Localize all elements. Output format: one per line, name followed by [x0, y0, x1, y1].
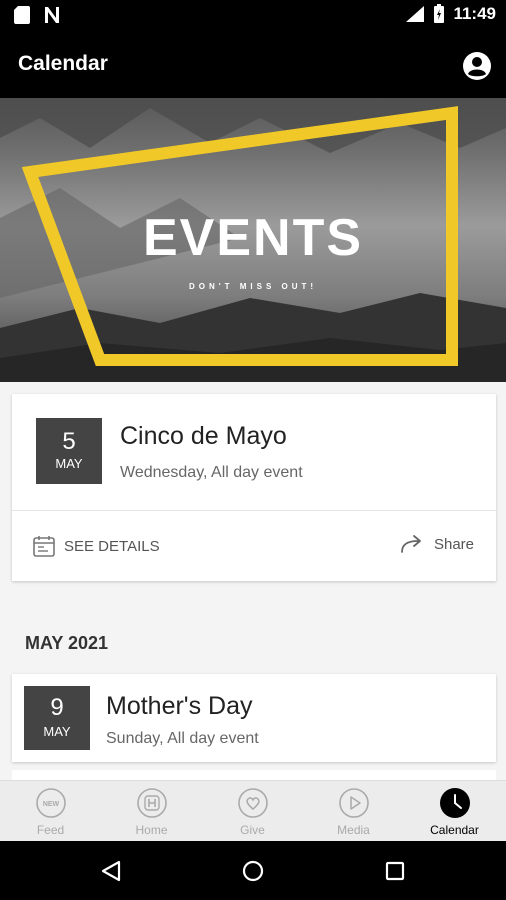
tab-label: Give — [240, 823, 265, 837]
page-title: Calendar — [18, 52, 108, 75]
app-bar: Calendar — [0, 32, 506, 98]
clock-icon — [439, 788, 470, 818]
featured-event-card[interactable]: 5 MAY Cinco de Mayo Wednesday, All day e… — [12, 394, 496, 581]
tab-label: Home — [135, 823, 168, 837]
month-section-header: MAY 2021 — [25, 633, 109, 653]
home-h-icon — [136, 788, 167, 818]
clock-time: 11:49 — [453, 4, 496, 23]
event-month: MAY — [43, 724, 71, 739]
sd-card-icon — [14, 6, 30, 24]
event-title: Mother's Day — [106, 692, 253, 720]
list-item[interactable]: 9 MAY Mother's Day Sunday, All day event — [12, 674, 496, 762]
event-month: MAY — [55, 456, 83, 471]
event-date-badge: 5 MAY — [36, 418, 102, 484]
tab-label: Media — [337, 823, 370, 837]
play-icon — [338, 788, 369, 818]
divider — [12, 510, 496, 511]
bottom-tab-bar: NEW Feed Home Give Media Calendar — [0, 780, 506, 842]
events-banner[interactable]: EVENTS DON'T MISS OUT! — [0, 98, 506, 382]
tab-give[interactable]: Give — [202, 781, 303, 842]
see-details-label: SEE DETAILS — [64, 537, 160, 555]
status-bar: LTE 11:49 — [0, 0, 506, 32]
event-day: 5 — [62, 428, 76, 455]
back-icon[interactable] — [100, 860, 122, 882]
tab-calendar[interactable]: Calendar — [404, 781, 505, 842]
share-label: Share — [433, 535, 474, 553]
tab-label: Calendar — [430, 823, 479, 837]
tab-feed[interactable]: NEW Feed — [0, 781, 101, 842]
system-nav-bar — [0, 841, 506, 900]
see-details-button[interactable]: SEE DETAILS — [32, 534, 160, 558]
home-circle-icon[interactable] — [242, 860, 264, 882]
recents-square-icon[interactable] — [385, 861, 405, 881]
heart-icon — [237, 788, 268, 818]
svg-text:NEW: NEW — [42, 801, 59, 808]
network-type: LTE — [393, 6, 408, 15]
event-date-badge: 9 MAY — [24, 686, 90, 750]
share-button[interactable]: Share — [400, 534, 474, 554]
tab-home[interactable]: Home — [101, 781, 202, 842]
banner-title: EVENTS — [142, 209, 364, 267]
battery-icon — [434, 4, 445, 23]
event-title: Cinco de Mayo — [120, 422, 287, 450]
banner-subtitle: DON'T MISS OUT! — [188, 282, 318, 291]
event-subtitle: Wednesday, All day event — [120, 464, 303, 481]
account-circle-icon[interactable] — [462, 51, 492, 81]
share-arrow-icon — [401, 535, 421, 553]
calendar-icon — [33, 536, 55, 557]
tab-label: Feed — [36, 823, 65, 837]
event-subtitle: Sunday, All day event — [106, 730, 259, 747]
event-day: 9 — [50, 694, 64, 721]
notification-n-icon — [45, 7, 59, 23]
tab-media[interactable]: Media — [303, 781, 404, 842]
new-badge-icon: NEW — [35, 788, 66, 818]
